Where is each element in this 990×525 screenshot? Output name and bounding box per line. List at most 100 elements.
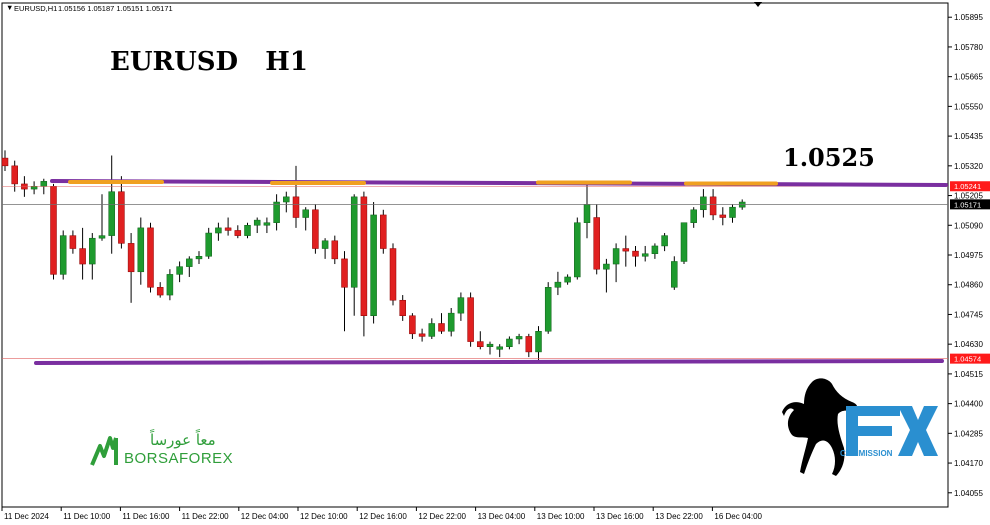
- x-tick-label: 11 Dec 10:00: [63, 512, 111, 521]
- candle-body: [59, 235, 67, 275]
- y-tick-label: 1.04170: [954, 459, 983, 468]
- candle-body: [360, 196, 368, 316]
- candle-body: [447, 312, 455, 332]
- y-tick-label: 1.05205: [954, 192, 983, 201]
- x-tick-label: 13 Dec 04:00: [478, 512, 526, 521]
- candle-body: [486, 343, 494, 348]
- y-tick-label: 1.05320: [954, 162, 983, 171]
- price-tag-current: 1.05171: [950, 199, 990, 210]
- chart-menu-icon[interactable]: ▼: [6, 3, 13, 12]
- candle-body: [89, 237, 96, 265]
- x-tick-label: 12 Dec 10:00: [300, 512, 348, 521]
- candle-body: [98, 235, 106, 239]
- candle-body: [156, 287, 164, 296]
- y-tick-label: 1.04630: [954, 340, 983, 349]
- x-tick-label: 12 Dec 04:00: [241, 512, 289, 521]
- candle-body: [321, 240, 329, 249]
- candle-body: [641, 253, 649, 257]
- candle-body: [719, 214, 727, 218]
- candle-body: [603, 263, 610, 270]
- candle-body: [438, 323, 445, 332]
- candle: [680, 222, 688, 265]
- candle-body: [428, 323, 436, 337]
- candle-body: [418, 333, 426, 337]
- candle-body: [535, 330, 542, 353]
- x-tick-label: 11 Dec 22:00: [182, 512, 230, 521]
- candle-body: [312, 209, 319, 249]
- candle-body: [292, 196, 300, 218]
- candle-body: [632, 250, 639, 257]
- logo-text: BORSAFOREX: [124, 450, 233, 467]
- y-tick-label: 1.04515: [954, 370, 983, 379]
- candle-body: [477, 341, 484, 348]
- candle-body: [690, 209, 697, 223]
- candle-body: [457, 297, 465, 314]
- candle: [147, 222, 154, 293]
- support-line: [34, 359, 944, 365]
- candle: [389, 243, 397, 306]
- candle-body: [108, 191, 115, 236]
- candle-body: [331, 240, 339, 260]
- candle-body: [544, 287, 552, 332]
- candle-body: [729, 206, 736, 218]
- candle-body: [612, 248, 620, 265]
- y-tick-label: 1.05895: [954, 13, 983, 22]
- price-tag-current-text: 1.05171: [954, 200, 981, 209]
- level-annotation: 1.0525: [783, 143, 875, 172]
- candle: [360, 191, 368, 337]
- candle-body: [350, 196, 358, 288]
- candlestick-chart: 1.05895 1.05780 1.05665 1.05550 1.05435 1.053…: [1, 2, 990, 521]
- candle-body: [302, 209, 309, 218]
- candle-body: [341, 258, 348, 288]
- candle-body: [186, 258, 193, 267]
- candle-body: [224, 227, 232, 231]
- candle-body: [137, 227, 145, 273]
- candle: [59, 230, 67, 280]
- y-tick-label: 1.04975: [954, 251, 983, 260]
- candle: [671, 256, 678, 290]
- x-tick-label: 11 Dec 2024: [4, 512, 49, 521]
- candle-body: [564, 276, 571, 283]
- candle-body: [166, 274, 174, 296]
- y-tick-label: 1.04285: [954, 429, 983, 438]
- candle-body: [554, 281, 562, 288]
- y-tick-label: 1.04745: [954, 310, 983, 319]
- y-tick-label: 1.05550: [954, 102, 983, 111]
- x-tick-label: 13 Dec 16:00: [596, 512, 644, 521]
- candle-body: [496, 346, 503, 350]
- candle-body: [283, 196, 290, 203]
- candle-body: [118, 191, 125, 244]
- candle-body: [253, 219, 261, 226]
- x-tick-label: 16 Dec 04:00: [714, 512, 762, 521]
- logo-arabic-text: معاً عورساً: [149, 429, 215, 449]
- logo-sub-text: COMMISSION: [840, 449, 893, 458]
- y-tick-label: 1.05090: [954, 221, 983, 230]
- candle-body: [215, 227, 222, 234]
- price-tag-lower: 1.04574: [950, 353, 990, 364]
- candle-body: [69, 235, 77, 249]
- candle-body: [79, 248, 86, 265]
- candle-body: [234, 230, 242, 236]
- candle-body: [467, 297, 474, 342]
- candle-body: [525, 336, 533, 353]
- candle: [544, 282, 552, 334]
- candle: [312, 204, 319, 254]
- candle: [574, 217, 581, 280]
- candle-body: [399, 299, 406, 316]
- candle: [467, 292, 474, 347]
- candle-body: [50, 186, 57, 275]
- candle-body: [515, 336, 523, 340]
- candle-body: [651, 245, 659, 254]
- y-tick-label: 1.04400: [954, 400, 983, 409]
- candle-body: [506, 338, 513, 348]
- ohlc-readout: 1.05156 1.05187 1.05151 1.05171: [58, 4, 173, 13]
- candle-body: [40, 181, 48, 187]
- candle-body: [195, 256, 203, 260]
- y-tick-label: 1.04055: [954, 489, 983, 498]
- candle-body: [409, 315, 416, 335]
- x-tick-label: 12 Dec 22:00: [418, 512, 466, 521]
- y-tick-label: 1.05665: [954, 73, 983, 82]
- x-tick-label: 13 Dec 22:00: [655, 512, 703, 521]
- candle-body: [389, 248, 397, 301]
- candle: [380, 209, 387, 254]
